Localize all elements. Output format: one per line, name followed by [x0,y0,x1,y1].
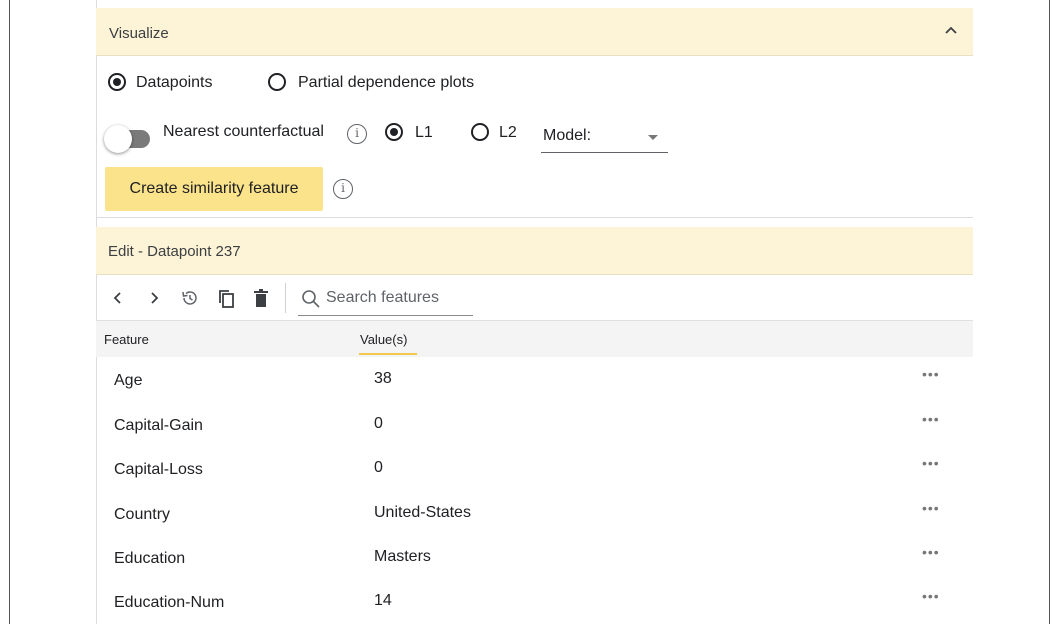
chevron-left-icon[interactable] [108,288,128,308]
feature-table-header: Feature Value(s) [96,321,973,357]
more-options-icon[interactable]: ••• [922,366,940,382]
delete-icon[interactable] [251,288,271,308]
model-select-label: Model: [543,127,592,144]
feature-value[interactable]: 14 [374,592,392,610]
l2-label[interactable]: L2 [499,124,517,142]
feature-name: Capital-Loss [114,461,203,478]
feature-name: Age [114,372,143,389]
more-options-icon[interactable]: ••• [922,500,940,516]
create-similarity-feature-button[interactable]: Create similarity feature [105,167,323,211]
edit-title: Edit - Datapoint 237 [108,243,241,260]
counterfactual-label: Nearest counterfactual [163,123,324,140]
search-icon [302,290,320,308]
table-row: Capital-Gain 0 ••• [96,403,973,447]
frame-left-border [9,0,10,624]
history-icon[interactable] [180,288,200,308]
table-row: Country United-States ••• [96,492,973,536]
frame-right-border [1049,0,1050,624]
chevron-up-icon[interactable] [943,22,959,38]
feature-value[interactable]: 0 [374,415,383,433]
more-options-icon[interactable]: ••• [922,411,940,427]
feature-value[interactable]: Masters [374,548,431,566]
chevron-right-icon[interactable] [144,288,164,308]
dropdown-arrow-icon [648,135,658,140]
edit-header: Edit - Datapoint 237 [96,227,973,275]
visualize-title: Visualize [109,25,169,42]
counterfactual-toggle-thumb[interactable] [104,125,132,153]
model-select[interactable]: Model: [541,121,668,153]
pdp-radio[interactable] [268,73,286,91]
datapoints-radio[interactable] [108,73,126,91]
feature-name: Capital-Gain [114,417,203,434]
value-column-header[interactable]: Value(s) [360,332,407,347]
search-input[interactable] [326,289,471,307]
feature-value[interactable]: United-States [374,504,471,522]
info-icon[interactable]: i [333,179,353,199]
toolbar-divider [285,283,286,313]
more-options-icon[interactable]: ••• [922,544,940,560]
feature-value[interactable]: 0 [374,459,383,477]
l1-radio[interactable] [385,123,403,141]
datapoints-label[interactable]: Datapoints [136,74,213,92]
visualize-body: Datapoints Partial dependence plots Near… [96,57,973,218]
more-options-icon[interactable]: ••• [922,588,940,604]
table-row: Age 38 ••• [96,358,973,402]
value-sort-underline [359,353,417,355]
feature-value[interactable]: 38 [374,370,392,388]
feature-name: Country [114,506,171,523]
search-field[interactable] [298,284,473,316]
table-row: Education-Num 14 ••• [96,580,973,624]
l2-radio[interactable] [471,123,489,141]
table-row: Education Masters ••• [96,536,973,580]
info-icon[interactable]: i [347,124,367,144]
feature-name: Education [114,550,186,567]
pdp-label[interactable]: Partial dependence plots [298,74,474,92]
feature-column-header[interactable]: Feature [104,332,149,347]
copy-icon[interactable] [216,288,236,308]
visualize-header[interactable]: Visualize [96,8,973,56]
edit-toolbar [96,276,973,321]
more-options-icon[interactable]: ••• [922,455,940,471]
l1-label[interactable]: L1 [415,124,433,142]
feature-name: Education-Num [114,594,225,611]
table-row: Capital-Loss 0 ••• [96,447,973,491]
